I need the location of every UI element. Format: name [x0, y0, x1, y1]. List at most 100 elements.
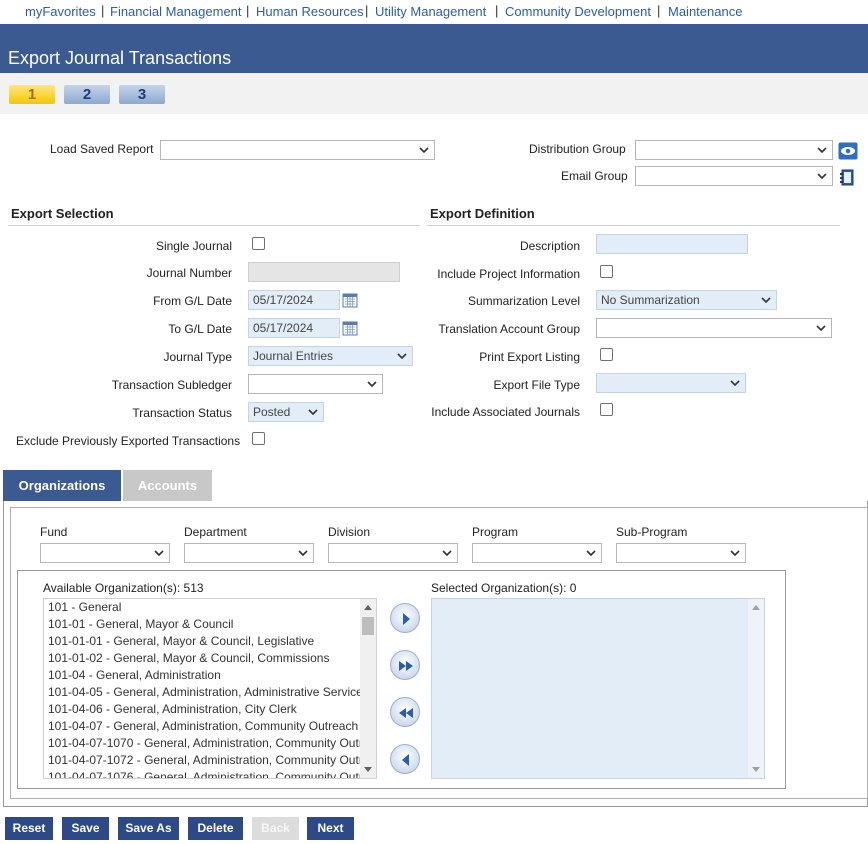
- selected-organizations-list[interactable]: [431, 598, 765, 779]
- nav-separator: |: [495, 3, 499, 18]
- transaction-subledger-label: Transaction Subledger: [111, 378, 232, 392]
- distribution-group-label: Distribution Group: [529, 142, 626, 156]
- chevron-down-icon: [586, 550, 596, 557]
- page-title: Export Journal Transactions: [8, 48, 232, 68]
- chevron-down-icon: [367, 381, 377, 388]
- list-item[interactable]: 101-04-07-1076 - General, Administration…: [44, 769, 376, 778]
- nav-utility-management[interactable]: Utility Management: [375, 4, 486, 19]
- export-file-type-select[interactable]: [596, 373, 746, 393]
- export-selection-heading: Export Selection: [11, 206, 114, 221]
- delete-button[interactable]: Delete: [188, 817, 243, 840]
- list-item[interactable]: 101 - General: [44, 599, 376, 616]
- journal-number-input[interactable]: [248, 262, 400, 282]
- nav-separator: |: [246, 3, 250, 18]
- journal-type-label: Journal Type: [163, 350, 233, 364]
- nav-human-resources[interactable]: Human Resources: [256, 4, 364, 19]
- transaction-subledger-select[interactable]: [248, 374, 383, 394]
- chevron-right-icon: [403, 613, 410, 625]
- single-journal-checkbox[interactable]: [252, 237, 265, 250]
- journal-number-label: Journal Number: [146, 266, 232, 280]
- scroll-down-icon[interactable]: [364, 767, 372, 773]
- summarization-level-select[interactable]: No Summarization: [596, 290, 777, 310]
- to-gl-date-label: To G/L Date: [168, 322, 232, 336]
- journal-type-value: Journal Entries: [253, 349, 334, 363]
- to-gl-date-input[interactable]: 05/17/2024: [248, 318, 340, 338]
- list-item[interactable]: 101-04-07-1072 - General, Administration…: [44, 752, 376, 769]
- move-right-button[interactable]: [390, 603, 420, 633]
- double-chevron-left-icon: [399, 708, 413, 718]
- step-3[interactable]: 3: [119, 85, 165, 104]
- save-button[interactable]: Save: [62, 817, 109, 840]
- list-item[interactable]: 101-04 - General, Administration: [44, 667, 376, 684]
- tab-accounts[interactable]: Accounts: [123, 470, 212, 502]
- fund-select[interactable]: [40, 543, 170, 563]
- scrollbar[interactable]: [360, 599, 376, 778]
- back-button[interactable]: Back: [252, 817, 299, 840]
- translation-account-group-select[interactable]: [596, 318, 832, 338]
- chevron-down-icon: [761, 297, 771, 304]
- distribution-group-select[interactable]: [635, 140, 833, 160]
- address-book-icon[interactable]: [839, 169, 855, 187]
- email-group-select[interactable]: [635, 166, 833, 186]
- scroll-up-icon[interactable]: [752, 604, 760, 610]
- tab-organizations[interactable]: Organizations: [3, 470, 121, 502]
- transaction-status-select[interactable]: Posted: [248, 402, 324, 422]
- summarization-level-value: No Summarization: [601, 293, 700, 307]
- print-export-listing-label: Print Export Listing: [479, 350, 580, 364]
- export-file-type-label: Export File Type: [493, 378, 580, 392]
- list-item[interactable]: 101-01 - General, Mayor & Council: [44, 616, 376, 633]
- department-select[interactable]: [184, 543, 314, 563]
- list-item[interactable]: 101-01-01 - General, Mayor & Council, Le…: [44, 633, 376, 650]
- save-as-button[interactable]: Save As: [118, 817, 179, 840]
- list-item[interactable]: 101-04-07-1070 - General, Administration…: [44, 735, 376, 752]
- nav-community-development[interactable]: Community Development: [505, 4, 651, 19]
- chevron-left-icon: [402, 754, 409, 766]
- sub-program-label: Sub-Program: [616, 525, 688, 539]
- top-nav: myFavorites | Financial Management | Hum…: [0, 0, 868, 24]
- move-all-right-button[interactable]: [390, 650, 420, 680]
- email-group-label: Email Group: [561, 169, 628, 183]
- reset-button[interactable]: Reset: [5, 817, 53, 840]
- scroll-down-icon[interactable]: [752, 767, 760, 773]
- nav-maintenance[interactable]: Maintenance: [668, 4, 742, 19]
- exclude-previously-exported-checkbox[interactable]: [252, 432, 265, 445]
- available-organizations-list[interactable]: 101 - General 101-01 - General, Mayor & …: [43, 598, 377, 779]
- program-select[interactable]: [472, 543, 602, 563]
- include-associated-journals-label: Include Associated Journals: [431, 405, 580, 419]
- calendar-icon[interactable]: [342, 292, 358, 308]
- view-icon[interactable]: [838, 142, 858, 160]
- list-item[interactable]: 101-01-02 - General, Mayor & Council, Co…: [44, 650, 376, 667]
- list-item[interactable]: 101-04-07 - General, Administration, Com…: [44, 718, 376, 735]
- next-button[interactable]: Next: [307, 817, 354, 840]
- single-journal-label: Single Journal: [155, 239, 232, 253]
- translation-account-group-label: Translation Account Group: [438, 322, 580, 336]
- list-item[interactable]: 101-04-06 - General, Administration, Cit…: [44, 701, 376, 718]
- scroll-thumb[interactable]: [362, 617, 374, 635]
- division-select[interactable]: [328, 543, 458, 563]
- nav-my-favorites[interactable]: myFavorites: [25, 4, 96, 19]
- selected-organizations-label: Selected Organization(s): 0: [431, 581, 577, 595]
- move-all-left-button[interactable]: [390, 697, 420, 727]
- chevron-down-icon: [308, 409, 318, 416]
- list-item[interactable]: 101-04-05 - General, Administration, Adm…: [44, 684, 376, 701]
- calendar-icon[interactable]: [342, 320, 358, 336]
- include-project-checkbox[interactable]: [600, 265, 613, 278]
- sub-program-select[interactable]: [616, 543, 746, 563]
- divider: [8, 225, 420, 226]
- scroll-up-icon[interactable]: [364, 604, 372, 610]
- chevron-down-icon: [816, 325, 826, 332]
- step-1[interactable]: 1: [9, 85, 55, 104]
- print-export-listing-checkbox[interactable]: [600, 348, 613, 361]
- load-saved-report-select[interactable]: [160, 140, 435, 160]
- step-2[interactable]: 2: [64, 85, 110, 104]
- chevron-down-icon: [442, 550, 452, 557]
- chevron-down-icon: [419, 147, 429, 154]
- from-gl-date-input[interactable]: 05/17/2024: [248, 290, 340, 310]
- nav-financial-management[interactable]: Financial Management: [110, 4, 242, 19]
- department-label: Department: [184, 525, 247, 539]
- move-left-button[interactable]: [390, 744, 420, 774]
- description-input[interactable]: [596, 234, 748, 254]
- scrollbar[interactable]: [748, 599, 764, 778]
- title-bar: Export Journal Transactions: [0, 24, 868, 73]
- include-associated-journals-checkbox[interactable]: [600, 403, 613, 416]
